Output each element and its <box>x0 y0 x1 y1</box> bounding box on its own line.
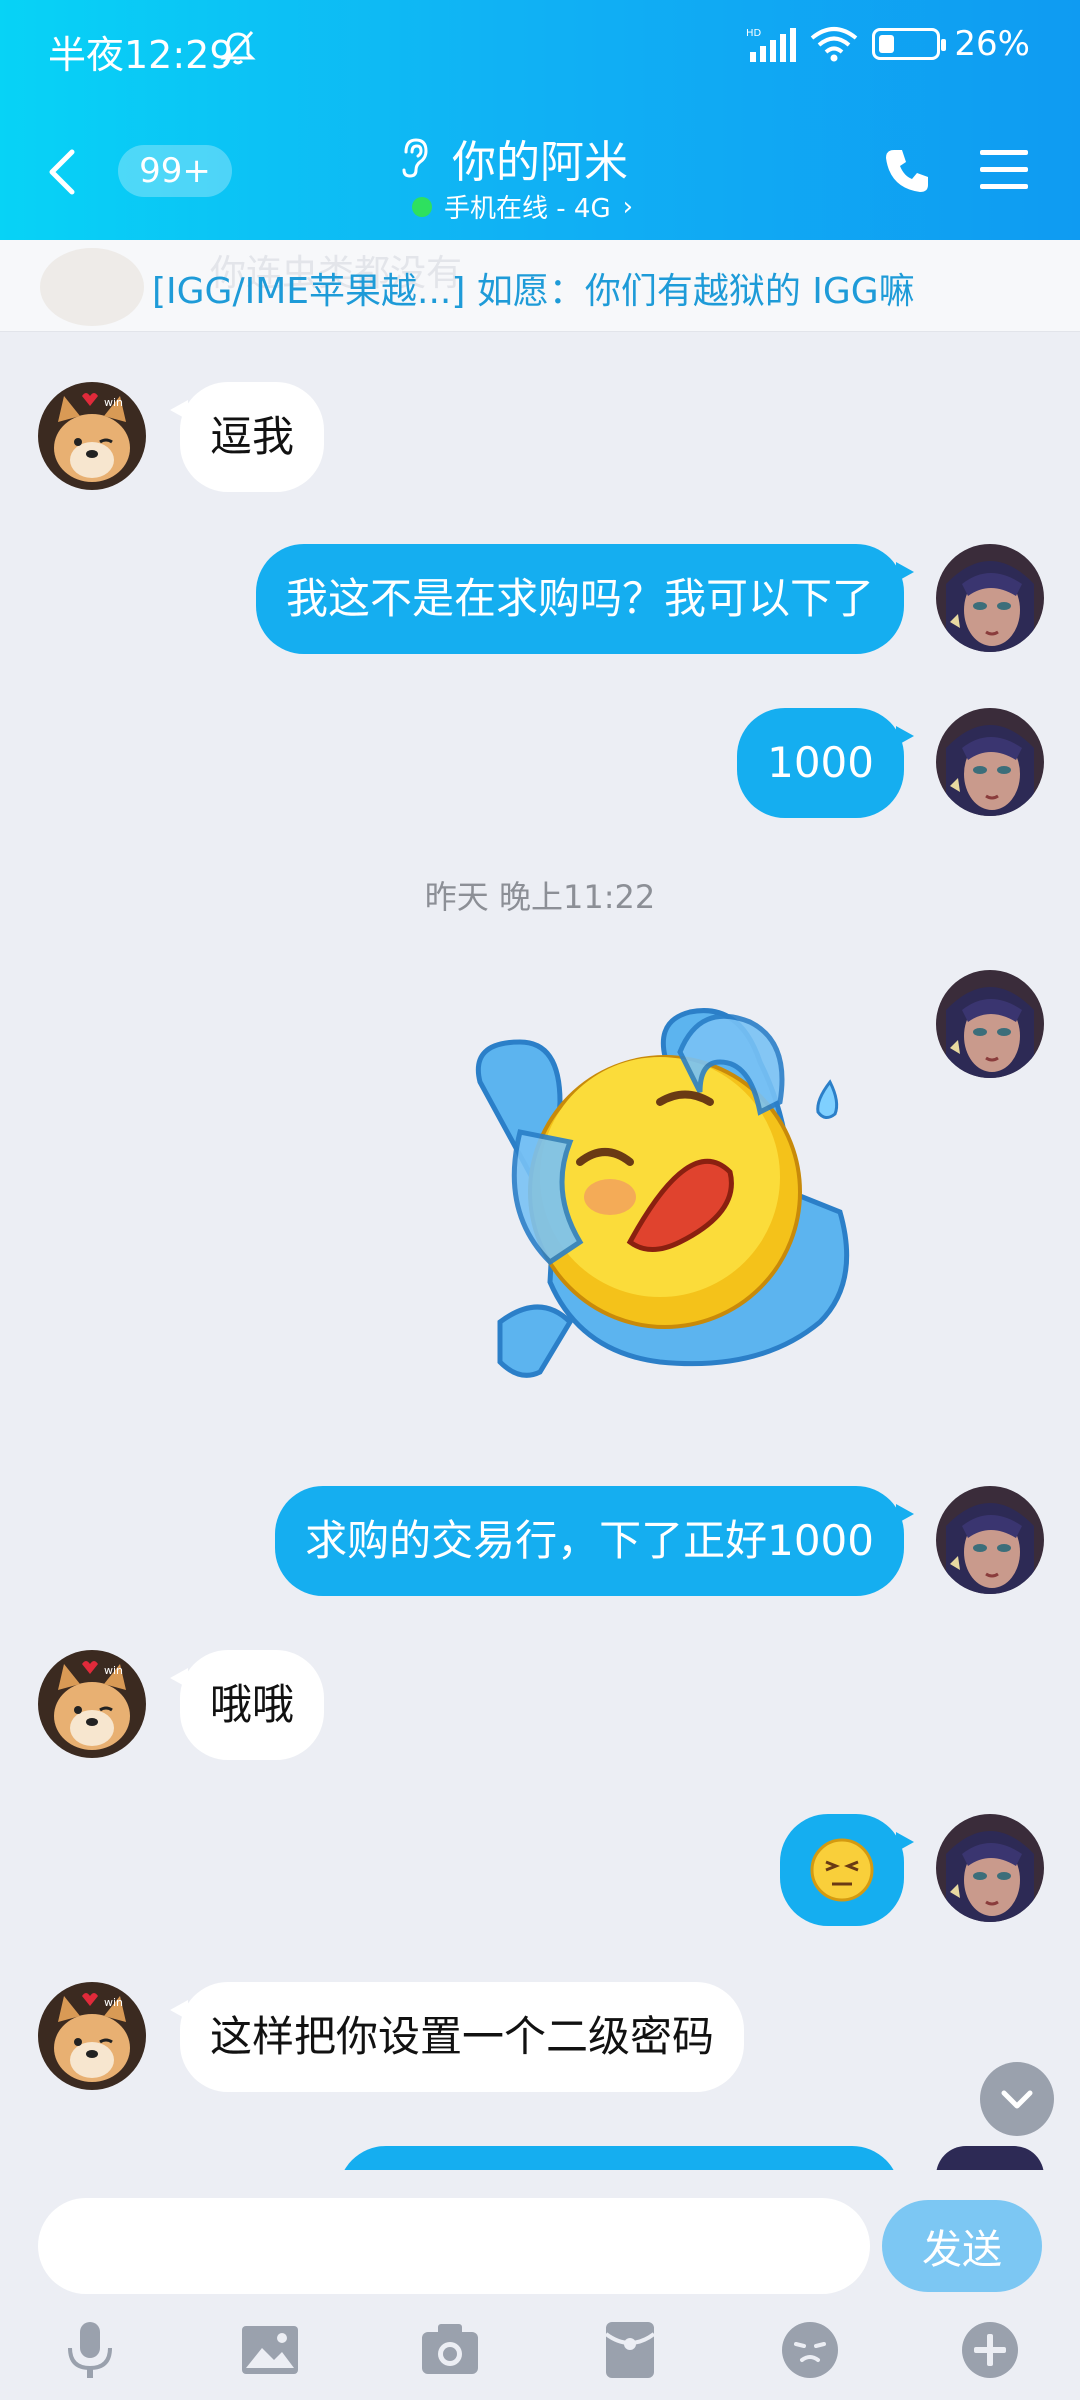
unread-count-badge[interactable]: 99+ <box>118 145 232 197</box>
contact-avatar[interactable]: win <box>38 1982 146 2090</box>
emoji-icon[interactable] <box>778 2318 842 2382</box>
my-avatar[interactable] <box>936 1486 1044 1594</box>
my-avatar[interactable] <box>936 544 1044 652</box>
battery-percent: 26% <box>954 24 1030 64</box>
outgoing-message-bubble[interactable]: 1000 <box>737 708 914 818</box>
chevron-right-icon: › <box>622 191 634 222</box>
outgoing-message-bubble[interactable]: 求购的交易行，下了正好1000 <box>275 1486 914 1596</box>
status-bar: 半夜12:29 HD 26% <box>0 0 1080 96</box>
outgoing-emoji-bubble[interactable] <box>780 1814 914 1926</box>
presence-status[interactable]: 手机在线 - 4G › <box>412 188 633 225</box>
presence-text: 手机在线 - 4G <box>444 194 611 224</box>
red-packet-icon[interactable] <box>598 2318 662 2382</box>
my-avatar[interactable] <box>936 970 1044 1078</box>
outgoing-message-bubble-partial[interactable] <box>338 2146 900 2170</box>
group-notice-banner[interactable]: 你连虫类都没有 [IGG/IME苹果越...] 如愿：你们有越狱的 IGG嘛 <box>0 240 1080 332</box>
ear-icon <box>402 138 428 178</box>
message-list[interactable]: win 逗我 我这不是在求购吗？我可以下了 1000 昨天 晚上11:22 求购… <box>0 332 1080 2170</box>
battery-icon <box>872 28 947 60</box>
scroll-to-bottom-button[interactable] <box>980 2062 1054 2136</box>
contact-avatar[interactable]: win <box>38 1650 146 1758</box>
contact-avatar[interactable]: win <box>38 382 146 490</box>
svg-text:HD: HD <box>746 28 762 39</box>
online-status-dot <box>412 196 432 217</box>
anime-girl-avatar-icon <box>936 970 1044 1078</box>
battery-level <box>879 35 895 53</box>
svg-text:win: win <box>104 1996 123 2009</box>
grumpy-face-emoji-icon <box>810 1838 874 1902</box>
notice-text[interactable]: [IGG/IME苹果越...] 如愿：你们有越狱的 IGG嘛 <box>152 262 915 314</box>
message-input[interactable] <box>38 2198 870 2294</box>
svg-text:win: win <box>104 1664 123 1677</box>
incoming-message-bubble[interactable]: 哦哦 <box>169 1650 325 1760</box>
microphone-icon[interactable] <box>58 2318 122 2382</box>
back-arrow-icon[interactable] <box>44 146 80 198</box>
notice-ghost-avatar <box>40 248 144 326</box>
menu-icon[interactable] <box>980 148 1028 192</box>
chevron-down-icon <box>1001 2090 1033 2109</box>
phone-icon[interactable] <box>882 146 932 196</box>
camera-icon[interactable] <box>418 2318 482 2382</box>
signal-icon: HD <box>746 28 797 62</box>
status-icons: HD 26% <box>746 24 1030 64</box>
incoming-message-bubble[interactable]: 这样把你设置一个二级密码 <box>169 1982 745 2092</box>
shiba-dog-avatar-icon: win <box>38 1982 146 2090</box>
shiba-dog-avatar-icon: win <box>38 1650 146 1758</box>
incoming-message-bubble[interactable]: 逗我 <box>169 382 325 492</box>
anime-girl-avatar-icon <box>936 1486 1044 1594</box>
my-avatar[interactable] <box>936 708 1044 816</box>
image-icon[interactable] <box>238 2318 302 2382</box>
shiba-dog-avatar-icon: win <box>38 382 146 490</box>
bell-off-icon <box>220 31 256 65</box>
anime-girl-avatar-icon <box>936 1814 1044 1922</box>
my-avatar[interactable] <box>936 1814 1044 1922</box>
anime-girl-avatar-icon <box>936 708 1044 816</box>
send-button[interactable]: 发送 <box>882 2200 1042 2292</box>
tired-face-sticker-icon[interactable] <box>460 982 880 1412</box>
svg-text:win: win <box>104 396 123 409</box>
status-time: 半夜12:29 <box>48 33 234 77</box>
outgoing-message-bubble[interactable]: 我这不是在求购吗？我可以下了 <box>255 544 915 654</box>
plus-icon[interactable] <box>958 2318 1022 2382</box>
composer-toolbar <box>0 2300 1080 2400</box>
chat-header: 半夜12:29 HD 26% 99+ 你的阿米 手机在线 - 4G › <box>0 0 1080 240</box>
my-avatar-partial <box>936 2146 1044 2170</box>
wifi-icon <box>811 27 858 62</box>
message-timestamp: 昨天 晚上11:22 <box>424 878 656 916</box>
anime-girl-avatar-icon <box>936 544 1044 652</box>
chat-title[interactable]: 你的阿米 <box>452 126 628 190</box>
message-composer: 发送 <box>0 2170 1080 2294</box>
